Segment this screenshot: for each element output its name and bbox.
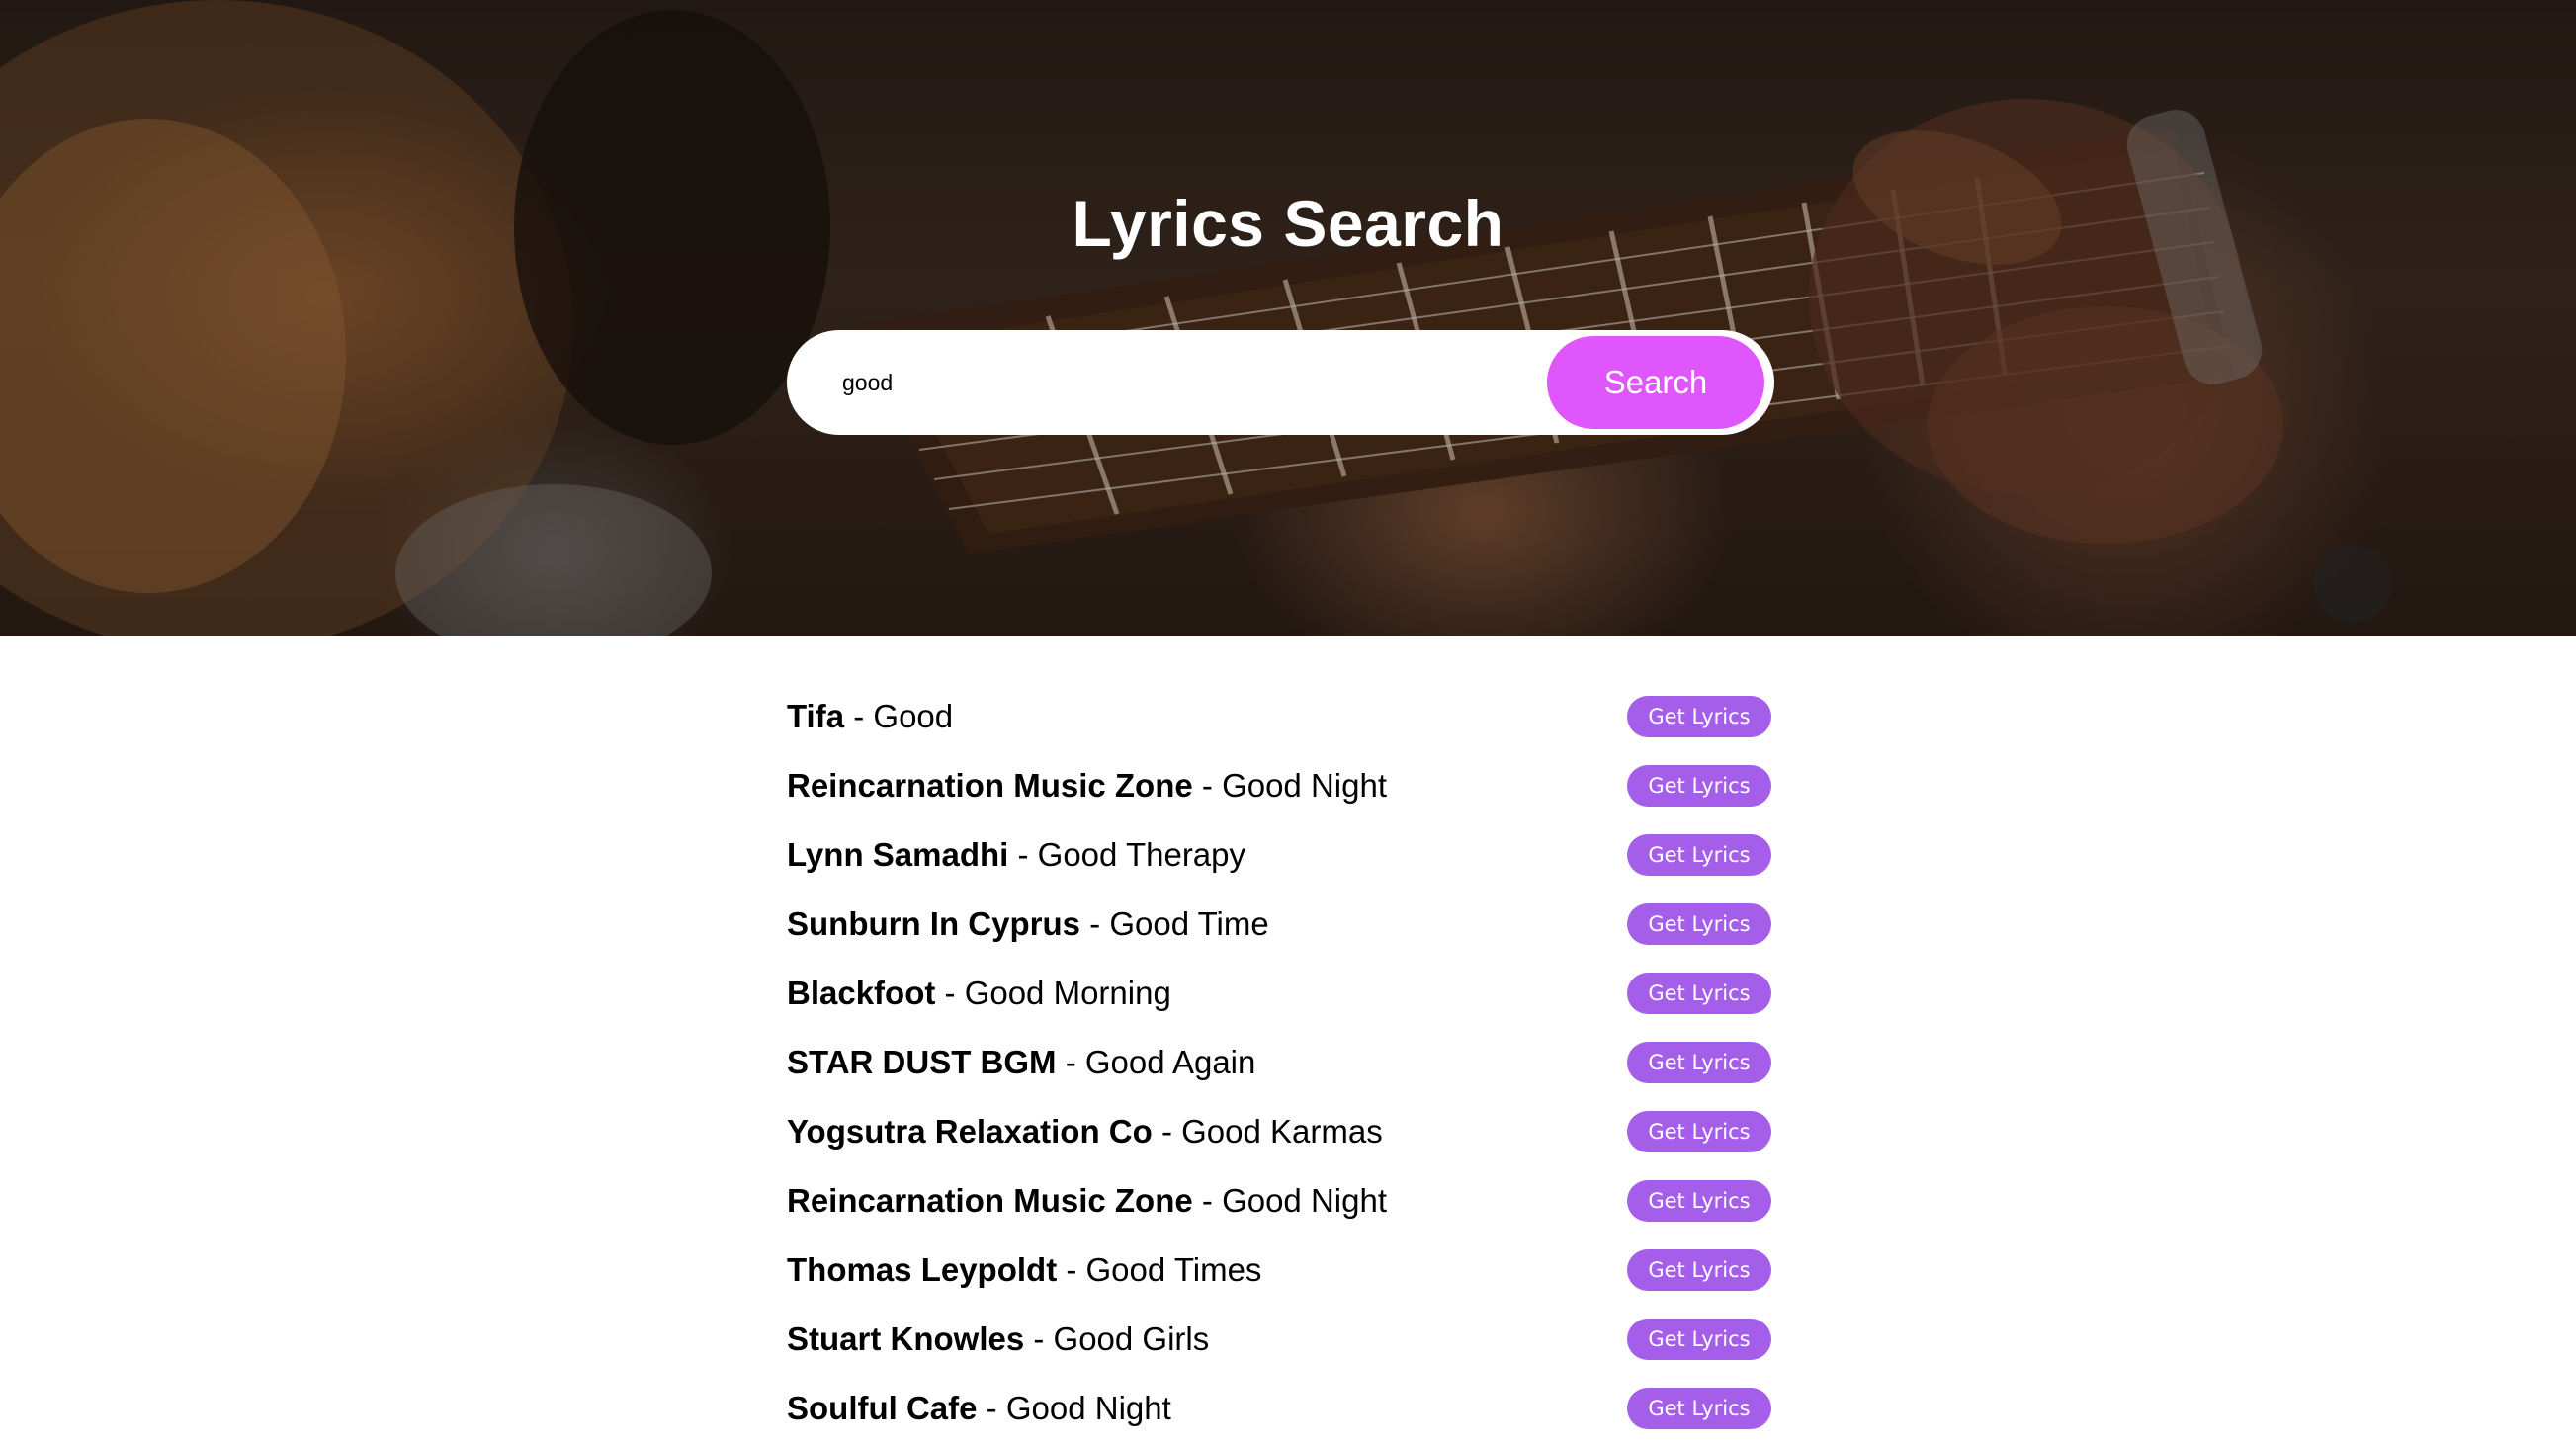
get-lyrics-button[interactable]: Get Lyrics xyxy=(1627,696,1771,737)
artist-name: Tifa xyxy=(787,698,845,734)
list-item: Reincarnation Music Zone - Good Night Ge… xyxy=(787,1166,1771,1236)
get-lyrics-button[interactable]: Get Lyrics xyxy=(1627,973,1771,1014)
song-title: Good Night xyxy=(1222,767,1387,804)
get-lyrics-button[interactable]: Get Lyrics xyxy=(1627,1249,1771,1291)
get-lyrics-button[interactable]: Get Lyrics xyxy=(1627,1319,1771,1360)
hero-banner: Lyrics Search Search xyxy=(0,0,2576,636)
get-lyrics-button[interactable]: Get Lyrics xyxy=(1627,1388,1771,1429)
list-item: Sunburn In Cyprus - Good Time Get Lyrics xyxy=(787,890,1771,959)
separator: - xyxy=(1192,1182,1223,1219)
song-line: Blackfoot - Good Morning xyxy=(787,975,1171,1012)
artist-name: STAR DUST BGM xyxy=(787,1044,1057,1080)
search-form: Search xyxy=(787,330,1774,435)
song-line: STAR DUST BGM - Good Again xyxy=(787,1044,1255,1081)
get-lyrics-button[interactable]: Get Lyrics xyxy=(1627,1180,1771,1222)
separator: - xyxy=(1152,1113,1182,1150)
song-title: Good Again xyxy=(1084,1044,1256,1080)
song-line: Yogsutra Relaxation Co - Good Karmas xyxy=(787,1113,1383,1151)
list-item: Tifa - Good Get Lyrics xyxy=(787,682,1771,751)
separator: - xyxy=(1057,1251,1086,1288)
get-lyrics-button[interactable]: Get Lyrics xyxy=(1627,1111,1771,1152)
song-title: Good xyxy=(873,698,954,734)
separator: - xyxy=(1080,905,1110,942)
results-list: Tifa - Good Get Lyrics Reincarnation Mus… xyxy=(787,682,1771,1443)
song-title: Good Morning xyxy=(964,975,1171,1011)
search-button[interactable]: Search xyxy=(1547,336,1764,429)
song-line: Thomas Leypoldt - Good Times xyxy=(787,1251,1261,1289)
song-title: Good Night xyxy=(1222,1182,1387,1219)
song-title: Good Therapy xyxy=(1037,836,1246,873)
list-item: Reincarnation Music Zone - Good Night Ge… xyxy=(787,751,1771,820)
artist-name: Blackfoot xyxy=(787,975,936,1011)
list-item: Stuart Knowles - Good Girls Get Lyrics xyxy=(787,1305,1771,1374)
song-line: Reincarnation Music Zone - Good Night xyxy=(787,767,1387,805)
separator: - xyxy=(1008,836,1038,873)
separator: - xyxy=(977,1390,1006,1426)
artist-name: Reincarnation Music Zone xyxy=(787,1182,1193,1219)
separator: - xyxy=(935,975,965,1011)
song-title: Good Night xyxy=(1005,1390,1171,1426)
song-title: Good Times xyxy=(1085,1251,1262,1288)
get-lyrics-button[interactable]: Get Lyrics xyxy=(1627,903,1771,945)
artist-name: Yogsutra Relaxation Co xyxy=(787,1113,1153,1150)
artist-name: Lynn Samadhi xyxy=(787,836,1009,873)
separator: - xyxy=(1024,1321,1054,1357)
search-input[interactable] xyxy=(826,353,1518,412)
artist-name: Sunburn In Cyprus xyxy=(787,905,1080,942)
separator: - xyxy=(1192,767,1223,804)
separator: - xyxy=(1056,1044,1085,1080)
song-line: Reincarnation Music Zone - Good Night xyxy=(787,1182,1387,1220)
list-item: Lynn Samadhi - Good Therapy Get Lyrics xyxy=(787,820,1771,890)
list-item: Soulful Cafe - Good Night Get Lyrics xyxy=(787,1374,1771,1443)
get-lyrics-button[interactable]: Get Lyrics xyxy=(1627,765,1771,807)
song-line: Soulful Cafe - Good Night xyxy=(787,1390,1171,1427)
hero-overlay xyxy=(0,0,2576,636)
separator: - xyxy=(844,698,874,734)
artist-name: Stuart Knowles xyxy=(787,1321,1025,1357)
song-line: Stuart Knowles - Good Girls xyxy=(787,1321,1209,1358)
page-title: Lyrics Search xyxy=(1072,187,1504,260)
artist-name: Reincarnation Music Zone xyxy=(787,767,1193,804)
get-lyrics-button[interactable]: Get Lyrics xyxy=(1627,834,1771,876)
song-line: Sunburn In Cyprus - Good Time xyxy=(787,905,1269,943)
list-item: STAR DUST BGM - Good Again Get Lyrics xyxy=(787,1028,1771,1097)
get-lyrics-button[interactable]: Get Lyrics xyxy=(1627,1042,1771,1083)
list-item: Thomas Leypoldt - Good Times Get Lyrics xyxy=(787,1236,1771,1305)
song-line: Lynn Samadhi - Good Therapy xyxy=(787,836,1245,874)
list-item: Blackfoot - Good Morning Get Lyrics xyxy=(787,959,1771,1028)
song-line: Tifa - Good xyxy=(787,698,953,735)
list-item: Yogsutra Relaxation Co - Good Karmas Get… xyxy=(787,1097,1771,1166)
artist-name: Soulful Cafe xyxy=(787,1390,978,1426)
song-title: Good Karmas xyxy=(1181,1113,1383,1150)
song-title: Good Girls xyxy=(1053,1321,1210,1357)
artist-name: Thomas Leypoldt xyxy=(787,1251,1058,1288)
song-title: Good Time xyxy=(1109,905,1269,942)
